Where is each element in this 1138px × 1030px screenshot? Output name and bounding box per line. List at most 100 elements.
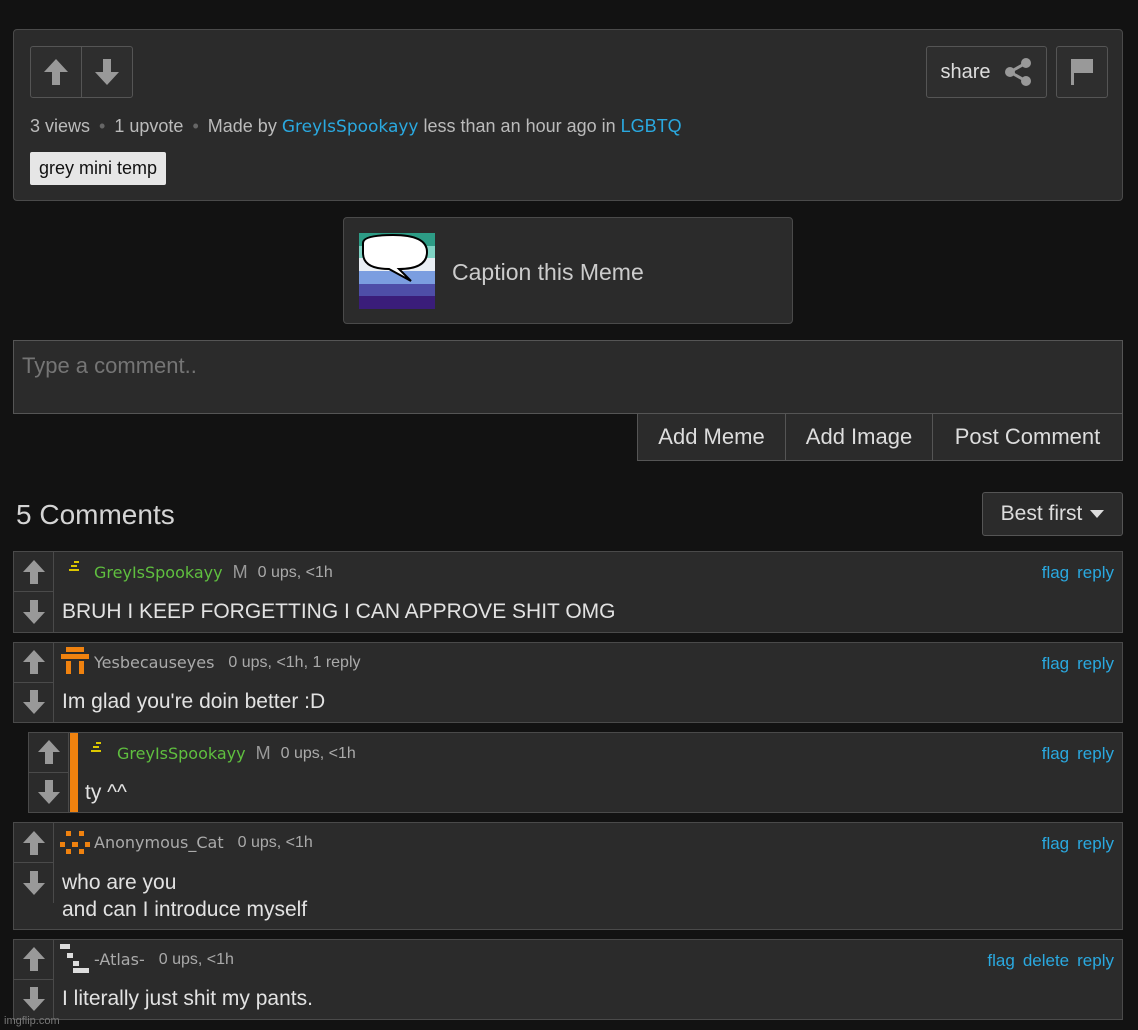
downvote-button[interactable]	[81, 46, 133, 98]
comment-username[interactable]: -Atlas-	[94, 950, 145, 969]
user-avatar	[90, 741, 106, 757]
comments-count: 5 Comments	[16, 499, 175, 530]
user-avatar	[60, 647, 90, 677]
comment-item: Yesbecauseyes 0 ups, <1h, 1 reply flag r…	[13, 642, 1123, 723]
caption-label: Caption this Meme	[452, 259, 644, 285]
mod-badge: M	[255, 743, 271, 763]
upvote-count: 1 upvote	[114, 116, 184, 136]
comment-text: ty ^^	[85, 781, 127, 804]
reply-comment-item: GreyIsSpookayy M 0 ups, <1h flag reply t…	[28, 732, 1123, 813]
comment-meta-info: 0 ups, <1h	[257, 563, 333, 581]
reply-link[interactable]: reply	[1077, 563, 1114, 583]
comment-downvote-button[interactable]	[14, 863, 54, 903]
comment-username[interactable]: Yesbecauseyes	[94, 653, 214, 672]
reply-link[interactable]: reply	[1077, 744, 1114, 764]
comment-actions: flag reply	[1042, 744, 1114, 764]
sort-dropdown[interactable]: Best first	[982, 492, 1123, 536]
down-arrow-icon	[23, 600, 45, 624]
comment-meta: Yesbecauseyes 0 ups, <1h, 1 reply	[94, 653, 361, 672]
comment-username[interactable]: GreyIsSpookayy	[94, 563, 223, 582]
comment-vote	[14, 940, 54, 1019]
add-meme-button[interactable]: Add Meme	[638, 414, 786, 460]
comment-input[interactable]	[13, 340, 1123, 414]
comment-item: GreyIsSpookayy M 0 ups, <1h flag reply B…	[13, 551, 1123, 633]
template-tag[interactable]: grey mini temp	[30, 152, 167, 185]
comment-item: -Atlas- 0 ups, <1h flag delete reply I l…	[13, 939, 1123, 1020]
sort-label: Best first	[1000, 502, 1083, 525]
flag-link[interactable]: flag	[1042, 834, 1069, 854]
flag-link[interactable]: flag	[1042, 654, 1069, 674]
view-count: 3 views	[30, 116, 91, 136]
time-label: less than an hour ago in	[423, 116, 616, 136]
post-comment-button[interactable]: Post Comment	[933, 414, 1122, 460]
comment-downvote-button[interactable]	[14, 683, 54, 723]
comment-meta-info: 0 ups, <1h, 1 reply	[228, 653, 361, 671]
comment-meta-info: 0 ups, <1h	[280, 744, 356, 762]
share-icon	[1004, 58, 1031, 86]
comment-vote	[14, 823, 54, 903]
comment-text: Im glad you're doin better :D	[62, 690, 326, 713]
up-arrow-icon	[23, 650, 45, 675]
up-arrow-icon	[23, 830, 45, 855]
comment-upvote-button[interactable]	[14, 940, 54, 980]
flag-link[interactable]: flag	[1042, 563, 1069, 583]
up-arrow-icon	[38, 740, 60, 765]
comment-upvote-button[interactable]	[29, 733, 69, 773]
comment-downvote-button[interactable]	[14, 592, 54, 632]
flag-button[interactable]	[1056, 46, 1108, 98]
down-arrow-icon	[38, 780, 60, 805]
comment-upvote-button[interactable]	[14, 552, 54, 592]
up-arrow-icon	[23, 947, 45, 972]
comment-upvote-button[interactable]	[14, 643, 54, 683]
comment-username[interactable]: GreyIsSpookayy	[117, 744, 246, 763]
comment-username[interactable]: Anonymous_Cat	[94, 833, 224, 852]
comment-downvote-button[interactable]	[29, 773, 69, 813]
meme-thumbnail	[359, 233, 435, 309]
user-avatar	[60, 831, 90, 859]
reply-link[interactable]: reply	[1077, 951, 1114, 971]
meme-info-panel: share 3 views • 1 upvote • Made by GreyI…	[13, 29, 1123, 201]
imgflip-watermark: imgflip.com	[4, 1015, 60, 1027]
meme-stats-line: 3 views • 1 upvote • Made by GreyIsSpook…	[30, 116, 682, 137]
comment-actions: flag reply	[1042, 654, 1114, 674]
separator-dot: •	[99, 116, 106, 136]
comment-actions: Add Meme Add Image Post Comment	[637, 413, 1123, 461]
flag-icon	[1071, 59, 1093, 85]
comment-meta: GreyIsSpookayy M 0 ups, <1h	[117, 743, 356, 764]
caption-meme-button[interactable]: Caption this Meme	[343, 217, 793, 324]
comment-vote	[14, 643, 54, 722]
comment-text: who are you and can I introduce myself	[62, 869, 307, 923]
separator-dot: •	[192, 116, 199, 136]
comment-item: Anonymous_Cat 0 ups, <1h flag reply who …	[13, 822, 1123, 930]
made-by-label: Made by	[207, 116, 277, 136]
share-button[interactable]: share	[926, 46, 1047, 98]
comment-text: BRUH I KEEP FORGETTING I CAN APPROVE SHI…	[62, 600, 616, 623]
comment-actions: flag reply	[1042, 834, 1114, 854]
stream-link[interactable]: LGBTQ	[621, 116, 682, 136]
add-image-button[interactable]: Add Image	[786, 414, 933, 460]
reply-indicator-bar	[70, 733, 78, 812]
comment-upvote-button[interactable]	[14, 823, 54, 863]
upvote-button[interactable]	[30, 46, 82, 98]
delete-link[interactable]: delete	[1023, 951, 1069, 971]
down-arrow-icon	[23, 987, 45, 1012]
comment-meta: Anonymous_Cat 0 ups, <1h	[94, 833, 313, 852]
reply-link[interactable]: reply	[1077, 654, 1114, 674]
comment-meta: -Atlas- 0 ups, <1h	[94, 950, 234, 969]
comment-meta: GreyIsSpookayy M 0 ups, <1h	[94, 562, 333, 583]
mod-badge: M	[232, 562, 248, 582]
comment-downvote-button[interactable]	[14, 980, 54, 1020]
reply-link[interactable]: reply	[1077, 834, 1114, 854]
up-arrow-icon	[23, 559, 45, 584]
down-arrow-icon	[95, 59, 119, 85]
comment-actions: flag reply	[1042, 563, 1114, 583]
comment-text: I literally just shit my pants.	[62, 987, 313, 1010]
up-arrow-icon	[44, 59, 68, 85]
comment-vote	[29, 733, 69, 812]
flag-link[interactable]: flag	[1042, 744, 1069, 764]
flag-link[interactable]: flag	[987, 951, 1014, 971]
comment-vote	[14, 552, 54, 632]
caret-down-icon	[1090, 510, 1105, 518]
author-link[interactable]: GreyIsSpookayy	[282, 117, 419, 137]
down-arrow-icon	[23, 690, 45, 715]
